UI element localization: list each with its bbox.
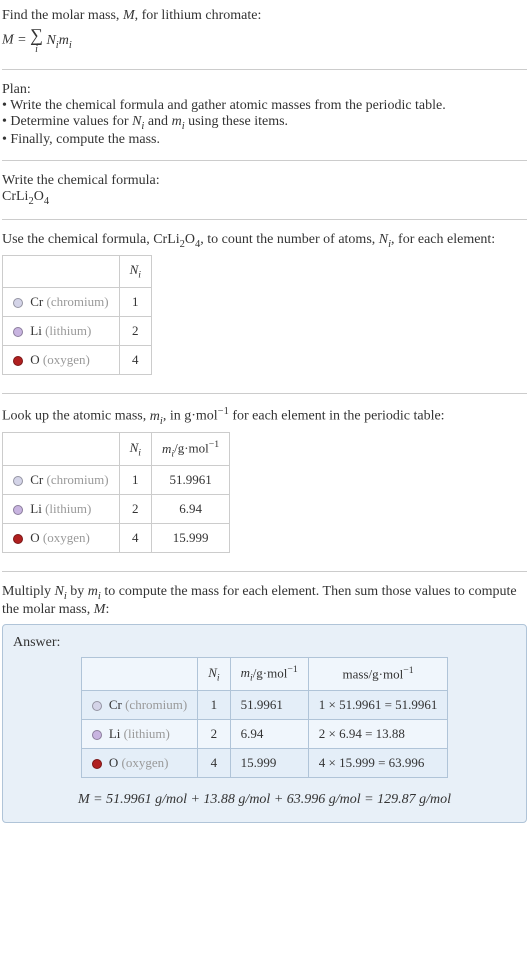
plan-bullet-2: • Determine values for Ni and mi using t… xyxy=(2,114,527,132)
element-dot-icon xyxy=(92,730,102,740)
header-mi: mi/g·mol−1 xyxy=(151,433,229,466)
table-row: O (oxygen) 4 15.999 4 × 15.999 = 63.996 xyxy=(81,749,448,778)
element-dot-icon xyxy=(13,298,23,308)
intro-section: Find the molar mass, M, for lithium chro… xyxy=(2,4,527,61)
intro-var-m: M xyxy=(123,8,135,23)
table-header-row: Ni xyxy=(3,256,152,288)
atom-count-table: Ni Cr (chromium) 1 Li (lithium) 2 O (oxy… xyxy=(2,255,152,375)
answer-label: Answer: xyxy=(13,635,516,651)
eq-mi: mi xyxy=(59,33,72,48)
step4-text: Multiply Ni by mi to compute the mass fo… xyxy=(2,584,527,618)
table-header-row: Ni mi/g·mol−1 xyxy=(3,433,230,466)
step2-section: Use the chemical formula, CrLi2O4, to co… xyxy=(2,228,527,385)
table-header-row: Ni mi/g·mol−1 mass/g·mol−1 xyxy=(81,658,448,691)
element-dot-icon xyxy=(13,356,23,366)
header-ni: Ni xyxy=(119,256,151,288)
table-row: O (oxygen) 4 xyxy=(3,345,152,374)
divider xyxy=(2,219,527,220)
intro-text-cont: , for lithium chromate: xyxy=(135,8,262,23)
plan-bullet-3: • Finally, compute the mass. xyxy=(2,132,527,148)
step1-section: Write the chemical formula: CrLi2O4 xyxy=(2,169,527,211)
element-dot-icon xyxy=(92,701,102,711)
atomic-mass-table: Ni mi/g·mol−1 Cr (chromium) 1 51.9961 Li… xyxy=(2,432,230,553)
plan-section: Plan: • Write the chemical formula and g… xyxy=(2,78,527,152)
table-row: Cr (chromium) 1 51.9961 xyxy=(3,466,230,495)
eq-ni: Ni xyxy=(46,33,58,48)
table-row: Cr (chromium) 1 xyxy=(3,287,152,316)
table-row: Cr (chromium) 1 51.9961 1 × 51.9961 = 51… xyxy=(81,691,448,720)
divider xyxy=(2,393,527,394)
answer-table: Ni mi/g·mol−1 mass/g·mol−1 Cr (chromium)… xyxy=(81,657,449,778)
step3-text: Look up the atomic mass, mi, in g·mol−1 … xyxy=(2,406,527,426)
step1-heading: Write the chemical formula: xyxy=(2,173,527,189)
intro-text: Find the molar mass, xyxy=(2,8,123,23)
divider xyxy=(2,69,527,70)
eq-lhs: M = xyxy=(2,33,30,48)
header-mass: mass/g·mol−1 xyxy=(308,658,448,691)
element-dot-icon xyxy=(13,327,23,337)
table-row: Li (lithium) 2 6.94 2 × 6.94 = 13.88 xyxy=(81,720,448,749)
table-row: O (oxygen) 4 15.999 xyxy=(3,524,230,553)
divider xyxy=(2,571,527,572)
header-ni: Ni xyxy=(198,658,230,691)
table-row: Li (lithium) 2 6.94 xyxy=(3,495,230,524)
element-dot-icon xyxy=(13,505,23,515)
chemical-formula: CrLi2O4 xyxy=(2,189,527,207)
step2-text: Use the chemical formula, CrLi2O4, to co… xyxy=(2,232,527,250)
element-dot-icon xyxy=(92,759,102,769)
plan-bullet-1: • Write the chemical formula and gather … xyxy=(2,98,527,114)
element-dot-icon xyxy=(13,534,23,544)
intro-equation: M = ∑i Nimi xyxy=(2,24,527,57)
plan-heading: Plan: xyxy=(2,82,527,98)
table-row: Li (lithium) 2 xyxy=(3,316,152,345)
step4-section: Multiply Ni by mi to compute the mass fo… xyxy=(2,580,527,827)
element-dot-icon xyxy=(13,476,23,486)
step3-section: Look up the atomic mass, mi, in g·mol−1 … xyxy=(2,402,527,563)
header-mi: mi/g·mol−1 xyxy=(230,658,308,691)
header-ni: Ni xyxy=(119,433,151,466)
divider xyxy=(2,160,527,161)
answer-box: Answer: Ni mi/g·mol−1 mass/g·mol−1 Cr (c… xyxy=(2,624,527,823)
answer-result: M = 51.9961 g/mol + 13.88 g/mol + 63.996… xyxy=(13,788,516,808)
sigma-icon: ∑i xyxy=(30,26,43,55)
